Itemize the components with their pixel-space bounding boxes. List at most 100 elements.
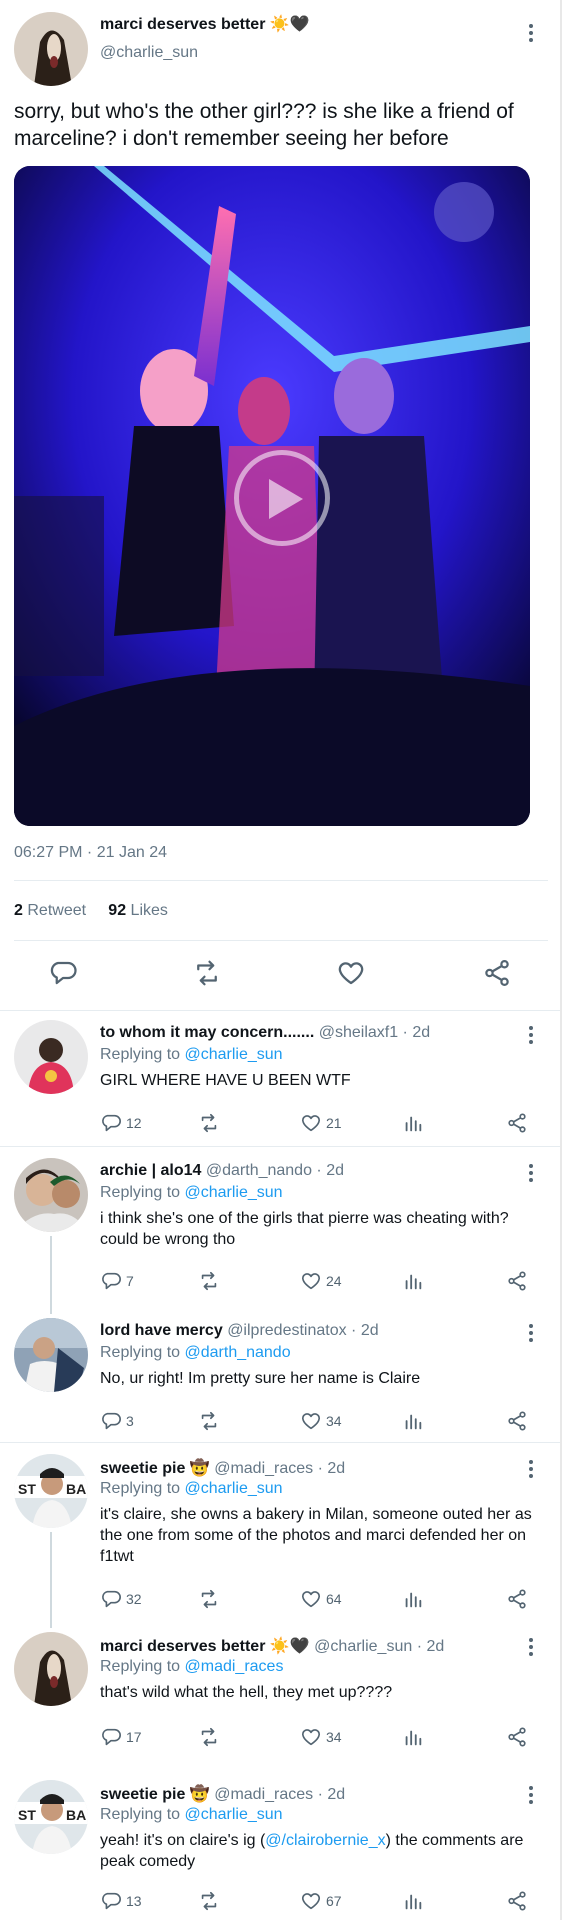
- reply-avatar[interactable]: [14, 1632, 88, 1706]
- share-icon: [508, 1113, 526, 1133]
- retweet-icon: [201, 1891, 217, 1911]
- share-icon: [508, 1891, 526, 1911]
- replying-label: Replying to: [100, 1658, 181, 1675]
- divider: [0, 1442, 560, 1443]
- reply-tweet[interactable]: ST BA sweetie pie 🤠 @madi_races · 2d Repl…: [0, 1772, 560, 1920]
- reply-tweet[interactable]: ST BA sweetie pie 🤠 @madi_races · 2d Repl…: [0, 1446, 560, 1628]
- share-button[interactable]: [506, 1586, 528, 1612]
- reply-avatar[interactable]: ST BA: [14, 1454, 88, 1528]
- share-button[interactable]: [506, 1724, 528, 1750]
- reply-button[interactable]: 12: [100, 1110, 142, 1136]
- retweet-count[interactable]: 2: [14, 902, 23, 919]
- reply-icon[interactable]: [48, 958, 82, 992]
- reply-actions: 17 34: [100, 1724, 548, 1750]
- like-button[interactable]: 34: [300, 1408, 342, 1434]
- like-count: 34: [326, 1413, 342, 1429]
- reply-button[interactable]: 17: [100, 1724, 142, 1750]
- views-button[interactable]: [402, 1888, 424, 1914]
- mention-link[interactable]: @/clairobernie_x: [265, 1832, 385, 1849]
- more-icon[interactable]: [528, 1458, 534, 1480]
- reply-author[interactable]: sweetie pie 🤠 @madi_races · 2d: [100, 1458, 345, 1478]
- author-handle[interactable]: @charlie_sun: [100, 44, 198, 62]
- reply-author[interactable]: sweetie pie 🤠 @madi_races · 2d: [100, 1784, 345, 1804]
- reply-tweet[interactable]: archie | alo14 @darth_nando · 2d Replyin…: [0, 1150, 560, 1314]
- reply-avatar[interactable]: [14, 1318, 88, 1392]
- reply-button[interactable]: 13: [100, 1888, 142, 1914]
- video-thumbnail[interactable]: [14, 166, 530, 826]
- replying-to-link[interactable]: @charlie_sun: [185, 1184, 283, 1201]
- replying-to-link[interactable]: @madi_races: [185, 1658, 284, 1675]
- reply-button[interactable]: 3: [100, 1408, 134, 1434]
- more-icon[interactable]: [528, 1322, 534, 1344]
- retweet-button[interactable]: [198, 1268, 220, 1294]
- reply-avatar[interactable]: [14, 1158, 88, 1232]
- like-icon[interactable]: [336, 958, 370, 992]
- reply-tweet[interactable]: to whom it may concern....... @sheilaxf1…: [0, 1012, 560, 1146]
- reply-author[interactable]: to whom it may concern....... @sheilaxf1…: [100, 1024, 430, 1042]
- reply-author[interactable]: archie | alo14 @darth_nando · 2d: [100, 1162, 344, 1180]
- retweet-label[interactable]: Retweet: [27, 902, 86, 919]
- views-button[interactable]: [402, 1724, 424, 1750]
- views-button[interactable]: [402, 1268, 424, 1294]
- share-button[interactable]: [506, 1408, 528, 1434]
- reply-button[interactable]: 7: [100, 1268, 134, 1294]
- retweet-button[interactable]: [198, 1888, 220, 1914]
- like-button[interactable]: 24: [300, 1268, 342, 1294]
- reply-tweet[interactable]: lord have mercy @ilpredestinatox · 2d Re…: [0, 1310, 560, 1440]
- like-icon: [301, 1413, 321, 1430]
- views-button[interactable]: [402, 1586, 424, 1612]
- more-icon[interactable]: [528, 1636, 534, 1658]
- views-button[interactable]: [402, 1408, 424, 1434]
- reply-author-name: to whom it may concern.......: [100, 1024, 315, 1041]
- more-icon[interactable]: [528, 1024, 534, 1046]
- share-button[interactable]: [506, 1888, 528, 1914]
- reply-author-name: sweetie pie 🤠: [100, 1786, 210, 1803]
- retweet-button[interactable]: [198, 1408, 220, 1434]
- more-icon[interactable]: [528, 1162, 534, 1184]
- share-button[interactable]: [506, 1110, 528, 1136]
- reply-handle-time: @darth_nando · 2d: [205, 1162, 344, 1179]
- more-icon[interactable]: [528, 1784, 534, 1806]
- reply-button[interactable]: 32: [100, 1586, 142, 1612]
- like-count[interactable]: 92: [108, 902, 126, 919]
- like-icon: [301, 1273, 321, 1290]
- like-icon: [301, 1115, 321, 1132]
- retweet-button[interactable]: [198, 1724, 220, 1750]
- reply-avatar[interactable]: [14, 1020, 88, 1094]
- more-icon[interactable]: [528, 22, 534, 44]
- like-button[interactable]: 64: [300, 1586, 342, 1612]
- like-button[interactable]: 67: [300, 1888, 342, 1914]
- reply-icon: [102, 1412, 121, 1430]
- share-icon[interactable]: [482, 958, 516, 992]
- reply-icon: [102, 1892, 121, 1910]
- reply-author-name: sweetie pie 🤠: [100, 1460, 210, 1477]
- replying-to-link[interactable]: @charlie_sun: [185, 1806, 283, 1823]
- play-icon[interactable]: [234, 450, 330, 546]
- retweet-button[interactable]: [198, 1586, 220, 1612]
- replying-to-link[interactable]: @charlie_sun: [185, 1480, 283, 1497]
- replying-label: Replying to: [100, 1480, 181, 1497]
- reply-text-part: yeah! it's on claire's ig (: [100, 1832, 266, 1849]
- reply-actions: 3 34: [100, 1408, 548, 1434]
- views-button[interactable]: [402, 1110, 424, 1136]
- reply-avatar[interactable]: ST BA: [14, 1780, 88, 1854]
- tweet-text: sorry, but who's the other girl??? is sh…: [14, 100, 514, 150]
- divider: [0, 1010, 560, 1011]
- like-label[interactable]: Likes: [131, 902, 168, 919]
- replying-to-link[interactable]: @charlie_sun: [185, 1046, 283, 1063]
- retweet-icon[interactable]: [192, 958, 226, 992]
- reply-author[interactable]: lord have mercy @ilpredestinatox · 2d: [100, 1322, 379, 1340]
- author-avatar[interactable]: [14, 12, 88, 86]
- reply-icon: [102, 1114, 121, 1132]
- tweet-timestamp[interactable]: 06:27 PM · 21 Jan 24: [14, 844, 167, 862]
- replying-to-link[interactable]: @darth_nando: [185, 1344, 291, 1361]
- retweet-button[interactable]: [198, 1110, 220, 1136]
- reply-author[interactable]: marci deserves better ☀️🖤 @charlie_sun ·…: [100, 1636, 444, 1656]
- share-button[interactable]: [506, 1268, 528, 1294]
- like-button[interactable]: 21: [300, 1110, 342, 1136]
- svg-text:BA: BA: [66, 1481, 86, 1497]
- like-button[interactable]: 34: [300, 1724, 342, 1750]
- reply-tweet[interactable]: marci deserves better ☀️🖤 @charlie_sun ·…: [0, 1624, 560, 1772]
- reply-text: No, ur right! Im pretty sure her name is…: [100, 1370, 421, 1387]
- author-name[interactable]: marci deserves better ☀️🖤: [100, 14, 310, 34]
